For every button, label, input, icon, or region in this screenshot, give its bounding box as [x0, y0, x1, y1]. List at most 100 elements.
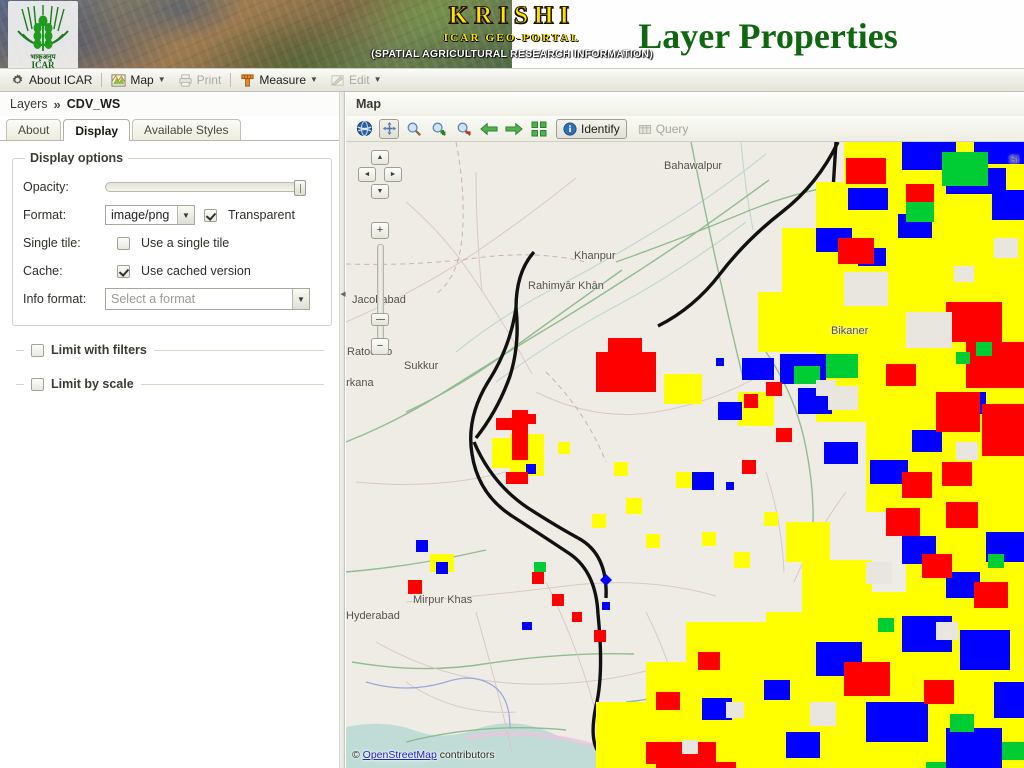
- map-panel-header: Map: [346, 92, 1024, 116]
- pan-down-button[interactable]: ▼: [371, 184, 389, 199]
- format-select-value: image/png: [111, 208, 170, 222]
- main-menubar: About ICAR Map ▼ Print Measure ▼ Edit ▼: [0, 68, 1024, 92]
- menu-item-map[interactable]: Map ▼: [105, 70, 171, 90]
- single-tile-label: Single tile:: [23, 236, 81, 250]
- icar-logo: भाकृअनुप ICAR: [8, 1, 78, 71]
- info-circle-icon: [563, 121, 577, 136]
- chevron-down-icon[interactable]: ▼: [177, 206, 194, 224]
- chevron-down-icon: ▼: [310, 75, 318, 84]
- zoom-slider-thumb[interactable]: [371, 313, 389, 326]
- panel-splitter[interactable]: ◀: [339, 92, 346, 768]
- map-label: Rahimyār Khān: [528, 280, 604, 292]
- group-line-left: [16, 383, 24, 385]
- limit-by-scale-checkbox[interactable]: [31, 377, 44, 391]
- chevron-down-icon: ▼: [373, 75, 382, 84]
- krishi-subtitle: ICAR GEO-PORTAL: [443, 32, 581, 44]
- info-format-select[interactable]: Select a format ▼: [105, 288, 310, 310]
- zoom-extent-icon[interactable]: [529, 119, 549, 139]
- cache-label: Cache:: [23, 264, 63, 278]
- format-select[interactable]: image/png ▼: [105, 205, 195, 225]
- zoom-out-button[interactable]: −: [371, 338, 389, 355]
- opacity-slider[interactable]: [105, 180, 306, 196]
- group-line-left: [16, 349, 24, 351]
- chevron-down-icon: ▼: [157, 75, 166, 84]
- pencil-icon: [330, 73, 345, 88]
- query-button[interactable]: Query: [632, 119, 695, 139]
- chevron-down-icon[interactable]: ▼: [292, 289, 309, 309]
- transparent-checkbox[interactable]: [204, 208, 217, 222]
- limit-by-scale-row: Limit by scale: [16, 374, 332, 394]
- tab-about[interactable]: About: [6, 119, 62, 140]
- gear-icon: [10, 73, 25, 88]
- opacity-slider-handle[interactable]: [294, 180, 306, 196]
- layer-properties-panel: Layers » CDV_WS About Display Available …: [0, 92, 345, 768]
- pan-right-button[interactable]: ►: [384, 167, 402, 182]
- zoom-slider-track[interactable]: [377, 244, 384, 344]
- tab-available-styles[interactable]: Available Styles: [132, 119, 241, 140]
- display-tab-content: Display options Opacity: Format: image/p…: [0, 141, 344, 394]
- menu-divider: [230, 73, 232, 87]
- site-banner: भाकृअनुप ICAR KRISHI ICAR GEO-PORTAL (SP…: [0, 0, 1024, 72]
- zoom-in-icon[interactable]: [429, 119, 449, 139]
- limit-with-filters-label: Limit with filters: [51, 343, 147, 357]
- menu-item-measure[interactable]: Measure ▼: [234, 70, 324, 90]
- tab-display[interactable]: Display: [63, 119, 131, 141]
- zoom-out-icon[interactable]: [454, 119, 474, 139]
- breadcrumb-root[interactable]: Layers: [10, 97, 48, 111]
- map-canvas[interactable]: Bahawalpur Khanpur Rahimyār Khān Jacobab…: [346, 142, 1024, 768]
- query-button-label: Query: [655, 121, 689, 136]
- zoom-icon[interactable]: [404, 119, 424, 139]
- opacity-label: Opacity:: [23, 180, 69, 194]
- zoom-in-label: +: [376, 224, 384, 236]
- menu-item-edit[interactable]: Edit ▼: [324, 70, 388, 90]
- attribution-prefix: ©: [352, 749, 363, 761]
- map-label: arkana: [346, 377, 374, 389]
- map-panel: Map Identify Query Bahawalpur Khanpur Ra…: [346, 92, 1024, 768]
- identify-button-label: Identify: [581, 121, 620, 136]
- menu-item-about-icar[interactable]: About ICAR: [4, 70, 98, 90]
- identify-button[interactable]: Identify: [556, 118, 627, 139]
- menu-label-print: Print: [196, 73, 222, 87]
- map-toolbar: Identify Query: [346, 116, 1024, 142]
- query-icon: [638, 122, 652, 136]
- display-options-group: Display options Opacity: Format: image/p…: [12, 151, 332, 326]
- pan-left-button[interactable]: ◄: [358, 167, 376, 182]
- krishi-tagline: (SPATIAL AGRICULTURAL RESEARCH INFORMATI…: [371, 48, 653, 60]
- single-tile-checkbox[interactable]: [117, 236, 130, 250]
- menu-label-edit: Edit: [348, 73, 370, 87]
- zoom-in-button[interactable]: +: [371, 222, 389, 239]
- map-icon: [111, 73, 126, 88]
- limit-with-filters-checkbox[interactable]: [31, 343, 44, 357]
- tab-about-label: About: [18, 123, 50, 137]
- forward-arrow-icon[interactable]: [504, 119, 524, 139]
- map-label: Khanpur: [574, 250, 616, 262]
- cache-checkbox[interactable]: [117, 264, 130, 278]
- info-format-label: Info format:: [23, 292, 87, 306]
- pan-down-label: ▼: [376, 188, 384, 195]
- opacity-row: Opacity:: [23, 173, 321, 201]
- pan-left-label: ◄: [363, 171, 371, 178]
- tab-available-styles-label: Available Styles: [144, 123, 229, 137]
- openstreetmap-link[interactable]: OpenStreetMap: [363, 749, 437, 761]
- printer-icon: [178, 73, 193, 88]
- map-pan-control: ▲ ◄ ► ▼ + −: [358, 150, 402, 355]
- cache-checkbox-label: Use cached version: [141, 264, 251, 278]
- pan-icon[interactable]: [379, 118, 399, 139]
- map-label: Bikaner: [831, 325, 869, 337]
- globe-icon[interactable]: [354, 119, 374, 139]
- pan-right-label: ►: [389, 171, 397, 178]
- menu-item-print[interactable]: Print: [172, 70, 228, 90]
- pan-up-button[interactable]: ▲: [371, 150, 389, 165]
- ruler-icon: [240, 73, 255, 88]
- transparent-label: Transparent: [228, 208, 295, 222]
- group-line-right: [153, 349, 324, 351]
- zoom-out-label: −: [376, 340, 384, 352]
- menu-label-about-icar: About ICAR: [29, 73, 93, 87]
- single-tile-checkbox-label: Use a single tile: [141, 236, 230, 250]
- map-panel-title: Map: [356, 97, 381, 111]
- group-line-right: [140, 383, 324, 385]
- menu-label-map: Map: [130, 73, 154, 87]
- map-label: Hyderabad: [346, 610, 400, 622]
- limit-by-scale-label: Limit by scale: [51, 377, 134, 391]
- back-arrow-icon[interactable]: [479, 119, 499, 139]
